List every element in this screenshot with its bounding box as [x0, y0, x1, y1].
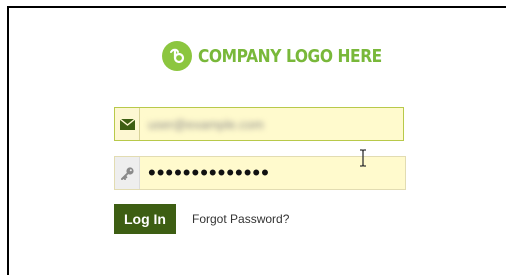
envelope-icon — [115, 108, 140, 140]
leaf-badge-icon — [162, 41, 192, 71]
company-logo: COMPANY LOGO HERE — [162, 40, 412, 72]
email-input[interactable] — [148, 108, 403, 140]
forgot-password-link[interactable]: Forgot Password? — [192, 212, 289, 226]
logo-text: COMPANY LOGO HERE — [198, 45, 382, 67]
login-button[interactable]: Log In — [114, 204, 176, 234]
text-cursor-icon — [359, 149, 367, 167]
key-icon — [115, 157, 140, 189]
email-field[interactable] — [114, 107, 404, 141]
